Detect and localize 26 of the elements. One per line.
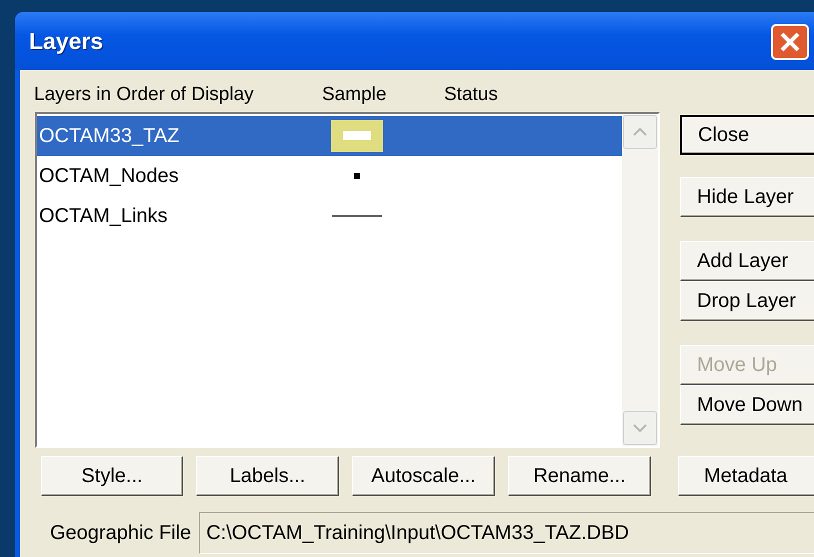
scroll-down-icon[interactable] xyxy=(633,424,647,432)
layer-row[interactable]: OCTAM_Links xyxy=(37,196,622,236)
scroll-up-icon[interactable] xyxy=(633,128,647,136)
window-title: Layers xyxy=(29,28,104,54)
column-header: Status xyxy=(444,84,498,107)
line-sample-icon xyxy=(332,215,382,217)
layer-action-button[interactable]: Autoscale... xyxy=(352,456,495,496)
side-button[interactable]: Close xyxy=(680,115,814,155)
area-sample-icon xyxy=(331,120,383,152)
column-header: Layers in Order of Display xyxy=(34,84,255,107)
layer-action-button[interactable]: Style... xyxy=(41,456,183,496)
layer-row[interactable]: OCTAM33_TAZ xyxy=(37,116,622,156)
point-sample-icon xyxy=(354,173,360,179)
metadata-button[interactable]: Metadata xyxy=(678,456,814,496)
layer-action-button[interactable]: Rename... xyxy=(508,456,651,496)
close-icon[interactable] xyxy=(771,24,809,60)
side-button[interactable]: Move Down xyxy=(680,385,814,425)
layer-row[interactable]: OCTAM_Nodes xyxy=(37,156,622,196)
side-button[interactable]: Add Layer xyxy=(680,241,814,281)
side-button[interactable]: Drop Layer xyxy=(680,281,814,321)
file-path-field[interactable]: C:\OCTAM_Training\Input\OCTAM33_TAZ.DBD xyxy=(199,512,814,554)
field-label: Geographic File xyxy=(50,522,192,544)
layer-action-button[interactable]: Labels... xyxy=(196,456,339,496)
column-header: Sample xyxy=(322,84,388,107)
scrollbar[interactable] xyxy=(622,114,658,446)
side-button[interactable]: Hide Layer xyxy=(680,177,814,217)
